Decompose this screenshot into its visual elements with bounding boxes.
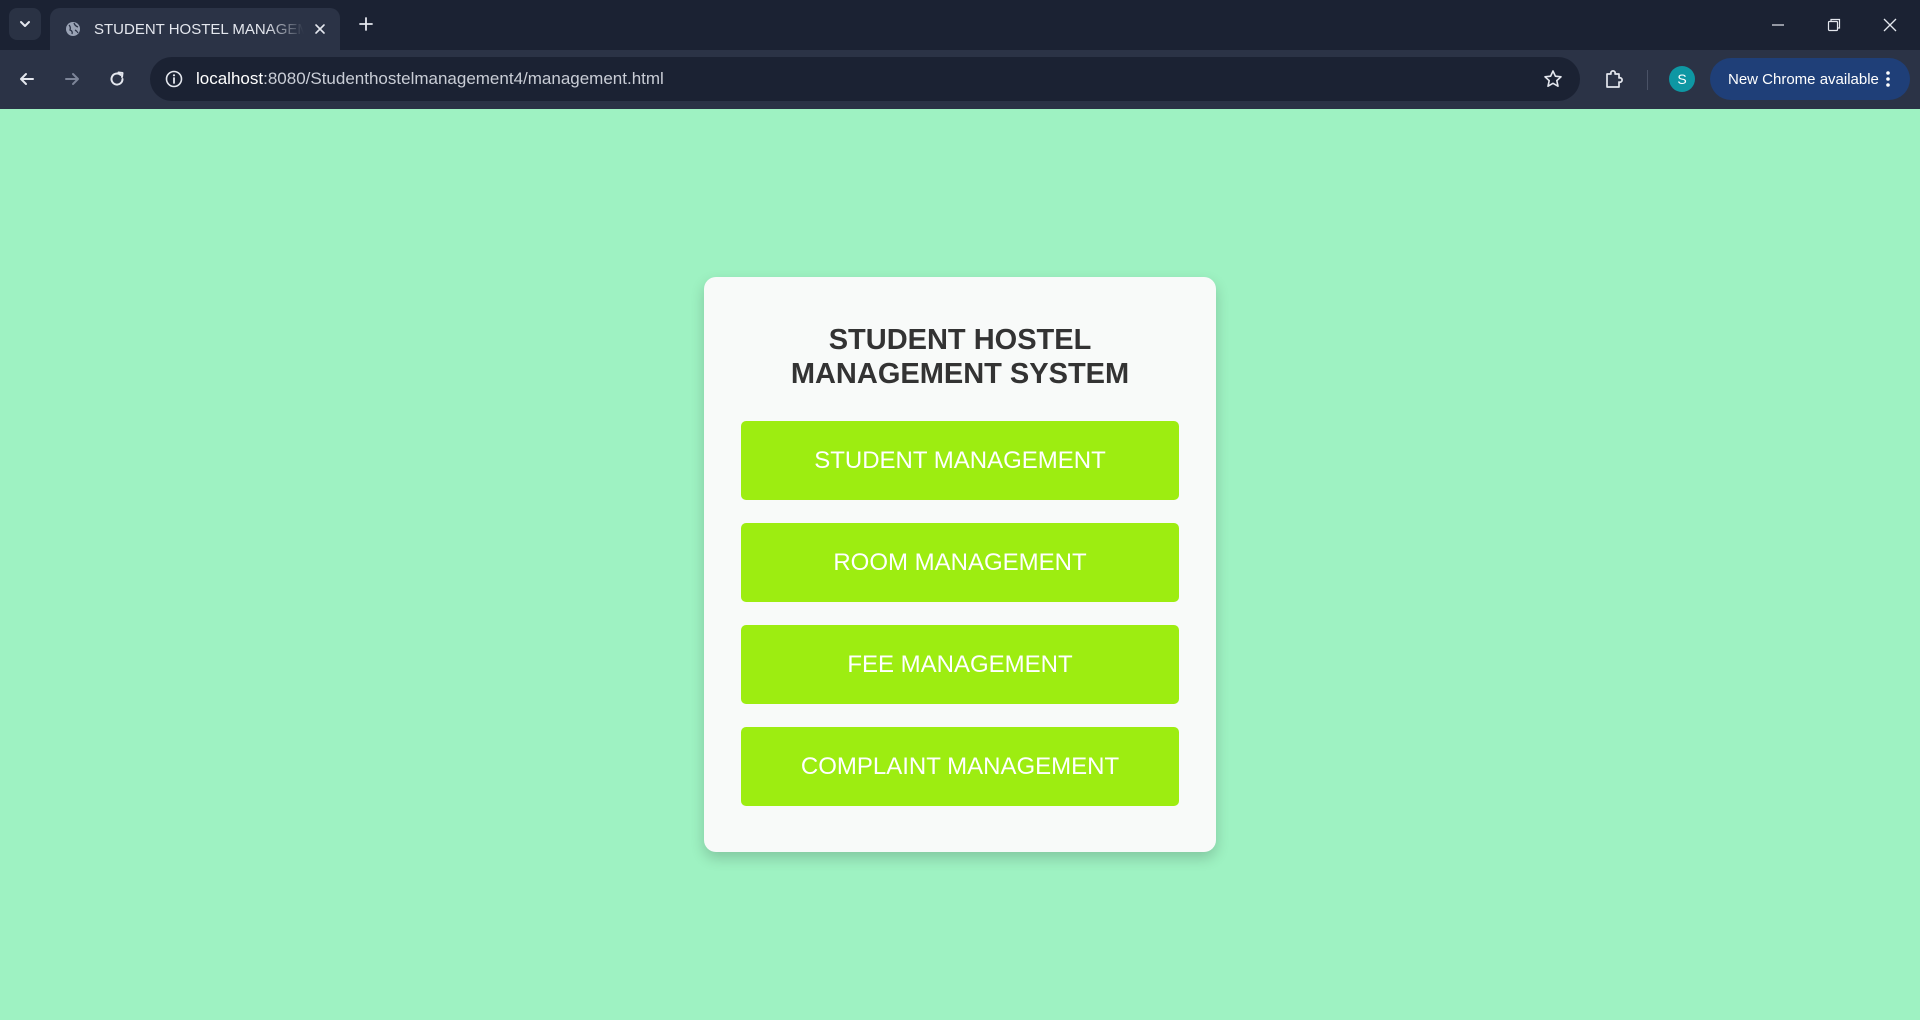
browser-tab-strip: STUDENT HOSTEL MANAGEMENT SYSTEM — [0, 0, 1920, 50]
globe-icon — [64, 20, 82, 38]
student-management-button[interactable]: STUDENT MANAGEMENT — [741, 421, 1179, 500]
complaint-management-button[interactable]: COMPLAINT MANAGEMENT — [741, 727, 1179, 806]
page-body: STUDENT HOSTEL MANAGEMENT SYSTEM STUDENT… — [0, 109, 1920, 1020]
url-host: localhost — [196, 69, 264, 88]
url-path: :8080/Studenthostelmanagement4/managemen… — [263, 69, 664, 88]
profile-avatar[interactable]: S — [1669, 66, 1695, 92]
arrow-left-icon — [20, 73, 34, 85]
extensions-button[interactable] — [1596, 61, 1632, 97]
new-tab-button[interactable] — [352, 10, 380, 38]
back-button[interactable] — [9, 61, 45, 97]
toolbar-divider — [1647, 70, 1648, 90]
browser-toolbar: localhost:8080/Studenthostelmanagement4/… — [0, 50, 1920, 109]
tab-close-button[interactable] — [310, 19, 330, 39]
reload-icon — [110, 71, 124, 86]
arrow-right-icon — [65, 73, 79, 85]
restore-button[interactable] — [1806, 0, 1862, 50]
minimize-button[interactable] — [1750, 0, 1806, 50]
restore-icon — [1827, 18, 1841, 32]
chevron-down-icon — [20, 21, 30, 27]
title-line-2: MANAGEMENT SYSTEM — [790, 358, 1130, 390]
kebab-menu-icon[interactable] — [1876, 67, 1900, 91]
update-label: New Chrome available — [1728, 70, 1879, 88]
room-management-button[interactable]: ROOM MANAGEMENT — [741, 523, 1179, 602]
reload-button[interactable] — [99, 61, 135, 97]
management-card: STUDENT HOSTEL MANAGEMENT SYSTEM STUDENT… — [704, 277, 1216, 852]
star-icon — [1544, 70, 1562, 87]
page-title: STUDENT HOSTEL MANAGEMENT SYSTEM — [704, 323, 1216, 391]
close-icon — [1883, 18, 1897, 32]
info-icon — [165, 70, 183, 88]
site-info-button[interactable] — [158, 63, 190, 95]
close-icon — [315, 24, 325, 34]
puzzle-icon — [1606, 70, 1623, 88]
url-text[interactable]: localhost:8080/Studenthostelmanagement4/… — [196, 57, 664, 101]
new-chrome-available-button[interactable]: New Chrome available — [1710, 58, 1910, 100]
address-bar[interactable]: localhost:8080/Studenthostelmanagement4/… — [150, 57, 1580, 101]
tab-search-button[interactable] — [9, 8, 41, 40]
forward-button[interactable] — [54, 61, 90, 97]
bookmark-button[interactable] — [1540, 66, 1566, 92]
minimize-icon — [1772, 24, 1784, 26]
close-window-button[interactable] — [1862, 0, 1918, 50]
active-tab[interactable]: STUDENT HOSTEL MANAGEMENT SYSTEM — [50, 8, 340, 50]
tab-title: STUDENT HOSTEL MANAGEMENT SYSTEM — [94, 20, 304, 38]
title-line-1: STUDENT HOSTEL — [828, 324, 1092, 356]
fee-management-button[interactable]: FEE MANAGEMENT — [741, 625, 1179, 704]
plus-icon — [359, 17, 373, 31]
